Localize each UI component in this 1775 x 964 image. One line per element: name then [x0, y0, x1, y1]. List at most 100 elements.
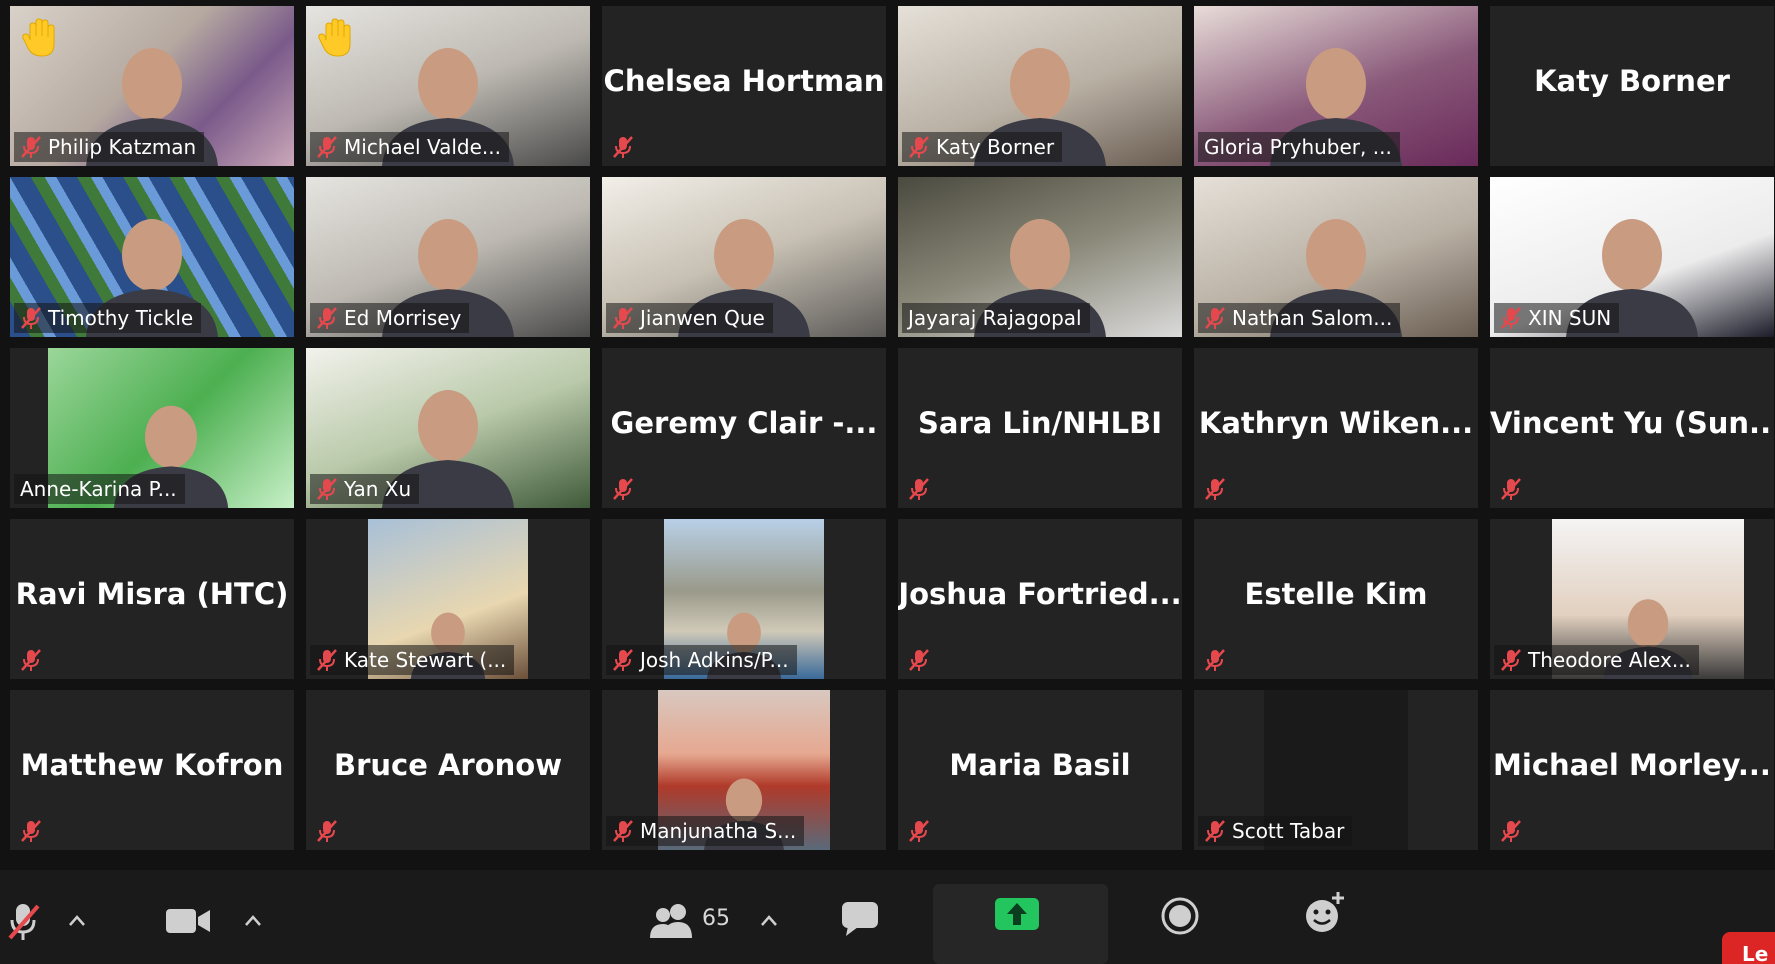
participant-label	[14, 816, 56, 846]
muted-microphone-icon	[909, 820, 929, 842]
muted-microphone-icon	[909, 649, 929, 671]
record-button[interactable]	[1160, 896, 1200, 940]
participant-tile[interactable]: Katy Borner	[898, 6, 1182, 166]
participant-name-large: Estelle Kim	[1244, 577, 1428, 611]
participant-name: Jayaraj Rajagopal	[908, 306, 1082, 330]
chat-icon	[842, 902, 878, 936]
participant-name-large: Joshua Fortried...	[898, 577, 1182, 611]
chevron-up-icon	[761, 915, 777, 926]
participant-tile[interactable]: Kathryn Wiken...	[1194, 348, 1478, 508]
participant-tile[interactable]: Timothy Tickle	[10, 177, 294, 337]
mute-options-button[interactable]	[68, 912, 86, 931]
muted-microphone-icon	[1205, 649, 1225, 671]
participant-name: Anne-Karina P...	[20, 477, 177, 501]
participant-tile[interactable]: Kate Stewart (...	[306, 519, 590, 679]
muted-microphone-icon	[317, 307, 337, 329]
participant-label	[606, 474, 648, 504]
participant-label: XIN SUN	[1494, 303, 1620, 333]
participant-label: Michael Valde...	[310, 132, 509, 162]
participant-tile[interactable]: Sara Lin/NHLBI	[898, 348, 1182, 508]
participant-tile[interactable]: Ed Morrisey	[306, 177, 590, 337]
muted-microphone-icon	[21, 136, 41, 158]
participant-tile[interactable]: Matthew Kofron	[10, 690, 294, 850]
participant-label: Scott Tabar	[1198, 816, 1353, 846]
participant-name-large: Vincent Yu (Sun...	[1490, 406, 1774, 440]
muted-microphone-icon	[21, 649, 41, 671]
participant-name-large: Sara Lin/NHLBI	[918, 406, 1162, 440]
participant-name: Ed Morrisey	[344, 306, 462, 330]
participant-tile[interactable]: Katy Borner	[1490, 6, 1774, 166]
participant-tile[interactable]: Estelle Kim	[1194, 519, 1478, 679]
record-icon	[1161, 897, 1199, 935]
muted-microphone-icon	[1501, 307, 1521, 329]
participant-label	[902, 645, 944, 675]
participant-name: Scott Tabar	[1232, 819, 1345, 843]
participant-tile[interactable]: Jayaraj Rajagopal	[898, 177, 1182, 337]
participant-count: 65	[702, 906, 730, 931]
participant-tile[interactable]: Scott Tabar	[1194, 690, 1478, 850]
arrow-up-icon	[1007, 903, 1027, 925]
reactions-button[interactable]	[1302, 890, 1348, 940]
chat-button[interactable]	[840, 900, 880, 940]
participant-tile[interactable]: Gloria Pryhuber, ...	[1194, 6, 1478, 166]
mute-button[interactable]	[4, 900, 44, 948]
participant-label: Yan Xu	[310, 474, 420, 504]
microphone-muted-icon	[8, 904, 40, 940]
participant-label	[1198, 474, 1240, 504]
muted-microphone-icon	[909, 478, 929, 500]
participant-label: Gloria Pryhuber, ...	[1198, 132, 1400, 162]
participant-name: Jianwen Que	[640, 306, 765, 330]
participant-label	[14, 645, 56, 675]
participant-name: Theodore Alex...	[1528, 648, 1691, 672]
muted-microphone-icon	[1501, 820, 1521, 842]
participant-tile[interactable]: Michael Morley...	[1490, 690, 1774, 850]
participant-name: XIN SUN	[1528, 306, 1612, 330]
participant-tile[interactable]: Ravi Misra (HTC)	[10, 519, 294, 679]
participant-label	[310, 816, 352, 846]
participant-name-large: Katy Borner	[1534, 64, 1730, 98]
muted-microphone-icon	[1205, 478, 1225, 500]
share-screen-button[interactable]	[933, 884, 1108, 964]
video-options-button[interactable]	[244, 912, 262, 931]
chevron-up-icon	[245, 915, 261, 926]
participant-tile[interactable]: Josh Adkins/P...	[602, 519, 886, 679]
participant-tile[interactable]: Yan Xu	[306, 348, 590, 508]
raised-hand-icon	[318, 18, 351, 57]
participant-label: Anne-Karina P...	[14, 474, 185, 504]
participant-tile[interactable]: Vincent Yu (Sun...	[1490, 348, 1774, 508]
gallery-grid: Philip Katzman Michael Valde... Chelsea Ho…	[0, 0, 1775, 870]
video-button[interactable]	[166, 906, 212, 940]
participant-name: Yan Xu	[344, 477, 412, 501]
muted-microphone-icon	[613, 307, 633, 329]
participant-tile[interactable]: Joshua Fortried...	[898, 519, 1182, 679]
participant-tile[interactable]: Geremy Clair -...	[602, 348, 886, 508]
muted-microphone-icon	[317, 136, 337, 158]
participant-name-large: Matthew Kofron	[20, 748, 284, 782]
muted-microphone-icon	[21, 307, 41, 329]
participants-options-button[interactable]	[760, 912, 778, 931]
participant-tile[interactable]: Anne-Karina P...	[10, 348, 294, 508]
participant-label: Ed Morrisey	[310, 303, 470, 333]
participant-tile[interactable]: Jianwen Que	[602, 177, 886, 337]
participant-tile[interactable]: Chelsea Hortman	[602, 6, 886, 166]
participant-tile[interactable]: Bruce Aronow	[306, 690, 590, 850]
participant-tile[interactable]: Nathan Salom...	[1194, 177, 1478, 337]
leave-button[interactable]: Le	[1722, 932, 1775, 964]
participant-label: Katy Borner	[902, 132, 1063, 162]
muted-microphone-icon	[1501, 478, 1521, 500]
chevron-up-icon	[69, 915, 85, 926]
participant-label	[1198, 645, 1240, 675]
participant-label	[902, 816, 944, 846]
participant-tile[interactable]: Philip Katzman	[10, 6, 294, 166]
participant-label: Josh Adkins/P...	[606, 645, 797, 675]
participant-name-large: Ravi Misra (HTC)	[15, 577, 289, 611]
participant-tile[interactable]: XIN SUN	[1490, 177, 1774, 337]
participant-tile[interactable]: Maria Basil	[898, 690, 1182, 850]
participant-tile[interactable]: Michael Valde...	[306, 6, 590, 166]
participant-tile[interactable]: Manjunatha S...	[602, 690, 886, 850]
participant-name: Michael Valde...	[344, 135, 501, 159]
participant-name: Josh Adkins/P...	[640, 648, 789, 672]
participants-button[interactable]	[650, 902, 696, 942]
participant-tile[interactable]: Theodore Alex...	[1490, 519, 1774, 679]
participant-name: Nathan Salom...	[1232, 306, 1393, 330]
